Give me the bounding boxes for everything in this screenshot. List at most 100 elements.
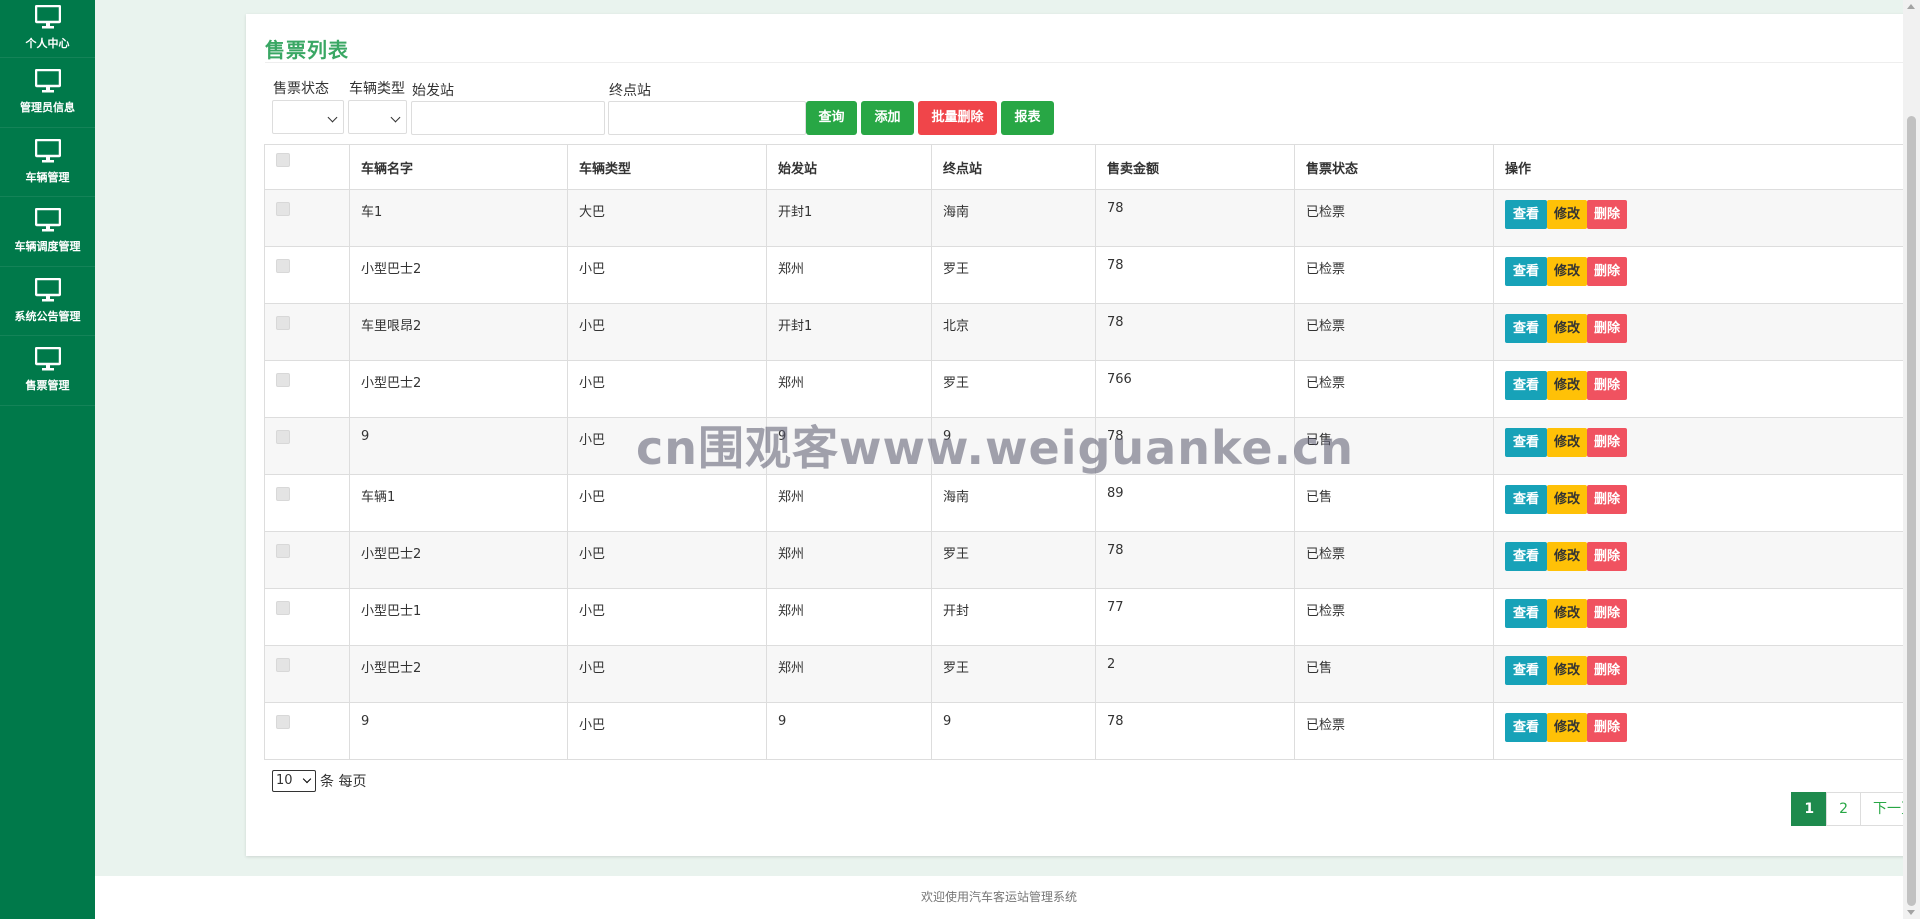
edit-button[interactable]: 修改 bbox=[1547, 200, 1588, 229]
view-button[interactable]: 查看 bbox=[1505, 656, 1548, 685]
table-row: 车1 大巴 开封1 海南 78 已检票 查看 修改 删除 bbox=[264, 189, 1920, 247]
scroll-up-arrow-icon[interactable] bbox=[1907, 4, 1915, 9]
delete-button[interactable]: 删除 bbox=[1587, 656, 1628, 685]
delete-button[interactable]: 删除 bbox=[1587, 713, 1628, 742]
amount-cell: 766 bbox=[1095, 360, 1295, 418]
ticket-status-label: 售票状态 bbox=[273, 81, 329, 97]
edit-button[interactable]: 修改 bbox=[1547, 314, 1588, 343]
row-select-cell bbox=[264, 645, 350, 703]
page-1-button[interactable]: 1 bbox=[1791, 792, 1828, 826]
column-header[interactable]: 终点站 bbox=[931, 144, 1096, 190]
sidebar-item-ticket-management[interactable]: 售票管理 bbox=[0, 336, 95, 406]
edit-button[interactable]: 修改 bbox=[1547, 599, 1588, 628]
row-select-cell bbox=[264, 303, 350, 361]
edit-button[interactable]: 修改 bbox=[1547, 656, 1588, 685]
destination-input[interactable] bbox=[608, 101, 806, 135]
row-checkbox[interactable] bbox=[276, 487, 290, 501]
query-button[interactable]: 查询 bbox=[806, 101, 857, 135]
footer: 欢迎使用汽车客运站管理系统 bbox=[95, 876, 1903, 919]
column-header[interactable]: 车辆类型 bbox=[567, 144, 767, 190]
ticket-status-select[interactable] bbox=[272, 100, 344, 134]
edit-button[interactable]: 修改 bbox=[1547, 542, 1588, 571]
row-checkbox[interactable] bbox=[276, 715, 290, 729]
chevron-down-icon bbox=[302, 774, 312, 784]
delete-button[interactable]: 删除 bbox=[1587, 428, 1628, 457]
origin-input[interactable] bbox=[411, 101, 605, 135]
view-button[interactable]: 查看 bbox=[1505, 200, 1548, 229]
view-button[interactable]: 查看 bbox=[1505, 542, 1548, 571]
delete-button[interactable]: 删除 bbox=[1587, 485, 1628, 514]
ticket-status-cell: 已检票 bbox=[1294, 588, 1494, 646]
row-checkbox[interactable] bbox=[276, 658, 290, 672]
row-checkbox[interactable] bbox=[276, 430, 290, 444]
monitor-icon bbox=[34, 277, 61, 302]
vehicle-name-cell: 小型巴士2 bbox=[349, 360, 568, 418]
watermark: cn围观客www.weiguanke.cn bbox=[636, 421, 1355, 475]
view-button[interactable]: 查看 bbox=[1505, 599, 1548, 628]
sidebar-item-personal-center[interactable]: 个人中心 bbox=[0, 0, 95, 58]
destination-cell: 罗王 bbox=[931, 645, 1096, 703]
chevron-down-icon bbox=[327, 112, 338, 123]
column-header[interactable]: 售票状态 bbox=[1294, 144, 1494, 190]
sidebar-item-announcements[interactable]: 系统公告管理 bbox=[0, 267, 95, 336]
view-button[interactable]: 查看 bbox=[1505, 257, 1548, 286]
row-checkbox[interactable] bbox=[276, 601, 290, 615]
row-checkbox[interactable] bbox=[276, 316, 290, 330]
row-checkbox[interactable] bbox=[276, 544, 290, 558]
row-select-cell bbox=[264, 189, 350, 247]
delete-button[interactable]: 删除 bbox=[1587, 599, 1628, 628]
edit-button[interactable]: 修改 bbox=[1547, 713, 1588, 742]
edit-button[interactable]: 修改 bbox=[1547, 257, 1588, 286]
view-button[interactable]: 查看 bbox=[1505, 314, 1548, 343]
delete-button[interactable]: 删除 bbox=[1587, 257, 1628, 286]
column-header[interactable]: 车辆名字 bbox=[349, 144, 568, 190]
per-page-select[interactable]: 10 bbox=[272, 770, 316, 792]
view-button[interactable]: 查看 bbox=[1505, 428, 1548, 457]
per-page-control: 10 条 每页 bbox=[272, 770, 366, 792]
delete-button[interactable]: 删除 bbox=[1587, 314, 1628, 343]
amount-cell: 78 bbox=[1095, 303, 1295, 361]
footer-text: 欢迎使用汽车客运站管理系统 bbox=[920, 890, 1077, 904]
row-actions-cell: 查看 修改 删除 bbox=[1493, 588, 1920, 646]
page-title: 售票列表 bbox=[265, 38, 349, 62]
edit-button[interactable]: 修改 bbox=[1547, 485, 1588, 514]
batch-delete-button[interactable]: 批量删除 bbox=[918, 101, 997, 135]
sidebar-item-admin-info[interactable]: 管理员信息 bbox=[0, 58, 95, 128]
row-checkbox[interactable] bbox=[276, 259, 290, 273]
table-header-row: 车辆名字 车辆类型 始发站 终点站 售卖金额 售票状态 操作 bbox=[264, 144, 1920, 190]
sidebar-item-vehicle-management[interactable]: 车辆管理 bbox=[0, 128, 95, 197]
table-row: 小型巴士2 小巴 郑州 罗王 766 已检票 查看 修改 删除 bbox=[264, 360, 1920, 418]
view-button[interactable]: 查看 bbox=[1505, 485, 1548, 514]
delete-button[interactable]: 删除 bbox=[1587, 542, 1628, 571]
vehicle-type-cell: 小巴 bbox=[567, 531, 767, 589]
view-button[interactable]: 查看 bbox=[1505, 371, 1548, 400]
row-checkbox[interactable] bbox=[276, 373, 290, 387]
column-header[interactable]: 始发站 bbox=[766, 144, 932, 190]
column-header: 操作 bbox=[1493, 144, 1920, 190]
view-button[interactable]: 查看 bbox=[1505, 713, 1548, 742]
monitor-icon bbox=[34, 138, 61, 163]
delete-button[interactable]: 删除 bbox=[1587, 200, 1628, 229]
amount-cell: 78 bbox=[1095, 189, 1295, 247]
edit-button[interactable]: 修改 bbox=[1547, 428, 1588, 457]
row-select-cell bbox=[264, 531, 350, 589]
origin-cell: 郑州 bbox=[766, 588, 932, 646]
report-button[interactable]: 报表 bbox=[1001, 101, 1054, 135]
sidebar-item-vehicle-dispatch[interactable]: 车辆调度管理 bbox=[0, 197, 95, 267]
table-row: 车辆1 小巴 郑州 海南 89 已售 查看 修改 删除 bbox=[264, 474, 1920, 532]
add-button[interactable]: 添加 bbox=[861, 101, 914, 135]
monitor-icon bbox=[34, 347, 61, 371]
page-2-button[interactable]: 2 bbox=[1826, 792, 1861, 826]
vehicle-type-cell: 大巴 bbox=[567, 189, 767, 247]
scroll-down-arrow-icon[interactable] bbox=[1907, 910, 1915, 915]
edit-button[interactable]: 修改 bbox=[1547, 371, 1588, 400]
select-all-checkbox[interactable] bbox=[276, 153, 290, 167]
scroll-thumb[interactable] bbox=[1907, 116, 1916, 906]
row-checkbox[interactable] bbox=[276, 202, 290, 216]
row-select-cell bbox=[264, 246, 350, 304]
vehicle-type-select[interactable] bbox=[348, 100, 407, 134]
ticket-status-cell: 已检票 bbox=[1294, 246, 1494, 304]
column-header[interactable]: 售卖金额 bbox=[1095, 144, 1295, 190]
delete-button[interactable]: 删除 bbox=[1587, 371, 1628, 400]
vertical-scrollbar[interactable] bbox=[1903, 0, 1920, 919]
